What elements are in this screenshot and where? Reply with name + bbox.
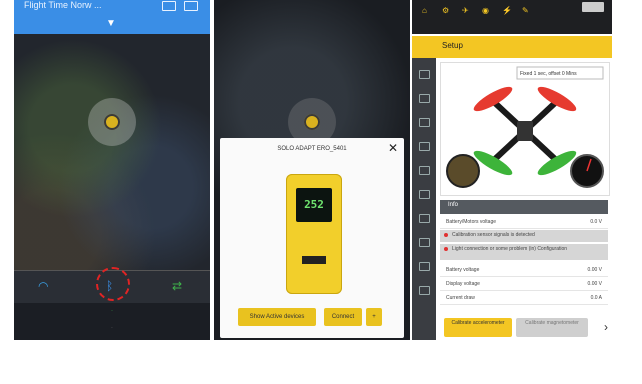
drone-icon: [104, 114, 120, 130]
warning-row: Light connection or some problem (in) Co…: [440, 244, 608, 260]
drone-icon: [304, 114, 320, 130]
close-icon[interactable]: ✕: [388, 141, 398, 155]
show-active-devices-button[interactable]: Show Active devices: [238, 308, 316, 326]
side-nav: [412, 58, 436, 340]
phone-screen-setup: ⌂ ⚙ ✈ ◉ ⚡ ✎ Setup Fixed 1 sec, offset 0 …: [412, 0, 612, 340]
status-text: ·: [111, 308, 113, 314]
quadcopter-diagram: Fixed 1 sec, offset 0 Mins: [446, 66, 604, 188]
nav-item-icon[interactable]: [419, 142, 430, 151]
info-key: Display voltage: [446, 281, 480, 287]
footer-text: ·: [111, 325, 113, 331]
info-value: 0.0 A: [590, 295, 602, 301]
nav-item-icon[interactable]: [419, 166, 430, 175]
info-key: Battery/Motors voltage: [446, 219, 497, 225]
nav-item-icon[interactable]: [419, 94, 430, 103]
drone-connect-button[interactable]: [88, 98, 136, 146]
info-value: 0.00 V: [587, 281, 602, 287]
nav-item-icon[interactable]: [419, 262, 430, 271]
warning-text: Light connection or some problem (in) Co…: [452, 246, 568, 252]
background-image: [14, 34, 210, 270]
device-label: [302, 256, 326, 264]
info-key: Battery voltage: [446, 267, 480, 273]
info-title: Info: [448, 202, 459, 208]
sensor-icon[interactable]: ◉: [482, 6, 489, 15]
top-app-bar: Flight Time Norw ... ▼: [14, 0, 210, 34]
nav-item-icon[interactable]: [419, 238, 430, 247]
battery-indicator: [582, 2, 604, 12]
error-dot-icon: [444, 233, 448, 237]
app-title: Flight Time Norw ...: [24, 0, 102, 10]
chevron-down-icon[interactable]: ▼: [106, 18, 116, 29]
phone-screen-connection: Flight Time Norw ... ▼ ◠ ᛒ ⇄ · ·: [14, 0, 210, 340]
nav-item-icon[interactable]: [419, 118, 430, 127]
model-panel: Fixed 1 sec, offset 0 Mins: [440, 62, 610, 196]
info-row: Battery voltage 0.00 V: [440, 264, 608, 277]
nav-item-icon[interactable]: [419, 70, 430, 79]
tools-icon[interactable]: ✎: [522, 6, 529, 15]
nav-item-icon[interactable]: [419, 214, 430, 223]
dialog-title: SOLO ADAPT ERO_5401: [277, 146, 347, 152]
flight-icon[interactable]: ✈: [462, 6, 469, 15]
setup-header: Setup: [412, 36, 612, 58]
list-icon[interactable]: [162, 1, 176, 11]
chevron-right-icon[interactable]: ›: [604, 320, 608, 334]
info-key: Current draw: [446, 295, 475, 301]
info-value: 0.0 V: [590, 219, 602, 225]
info-row: Current draw 0.0 A: [440, 292, 608, 305]
phone-screen-device-dialog: SOLO ADAPT ERO_5401 ✕ 252 Show Active de…: [214, 0, 410, 340]
error-dot-icon: [444, 247, 448, 251]
warning-text: Calibration sensor signals is detected: [452, 232, 535, 238]
calibrate-magnetometer-button[interactable]: Calibrate magnetometer: [516, 318, 588, 337]
attitude-gauge: [446, 154, 480, 188]
wifi-icon[interactable]: ◠: [38, 279, 48, 293]
device-image: 252: [286, 174, 342, 294]
add-button[interactable]: +: [366, 308, 382, 326]
fixed-badge: Fixed 1 sec, offset 0 Mins: [520, 71, 577, 77]
device-dialog: SOLO ADAPT ERO_5401 ✕ 252 Show Active de…: [220, 138, 404, 338]
page-title: Setup: [442, 41, 463, 50]
info-header: Info: [440, 200, 608, 214]
home-icon[interactable]: ⌂: [422, 6, 427, 15]
info-row: Battery/Motors voltage 0.0 V: [440, 216, 608, 229]
usb-icon[interactable]: ⇄: [172, 279, 182, 293]
toolbar: ⌂ ⚙ ✈ ◉ ⚡ ✎: [412, 0, 612, 34]
settings-icon[interactable]: ⚙: [442, 6, 449, 15]
device-screen: 252: [296, 188, 332, 222]
message-icon[interactable]: [184, 1, 198, 11]
device-reading: 252: [304, 198, 324, 211]
calibrate-accelerometer-button[interactable]: Calibrate accelerometer: [444, 318, 512, 337]
info-row: Display voltage 0.00 V: [440, 278, 608, 291]
motor-icon[interactable]: ⚡: [502, 6, 512, 15]
nav-item-icon[interactable]: [419, 190, 430, 199]
nav-item-icon[interactable]: [419, 286, 430, 295]
info-value: 0.00 V: [587, 267, 602, 273]
highlight-circle: [96, 267, 130, 301]
warning-row: Calibration sensor signals is detected: [440, 230, 608, 242]
connect-button[interactable]: Connect: [324, 308, 362, 326]
